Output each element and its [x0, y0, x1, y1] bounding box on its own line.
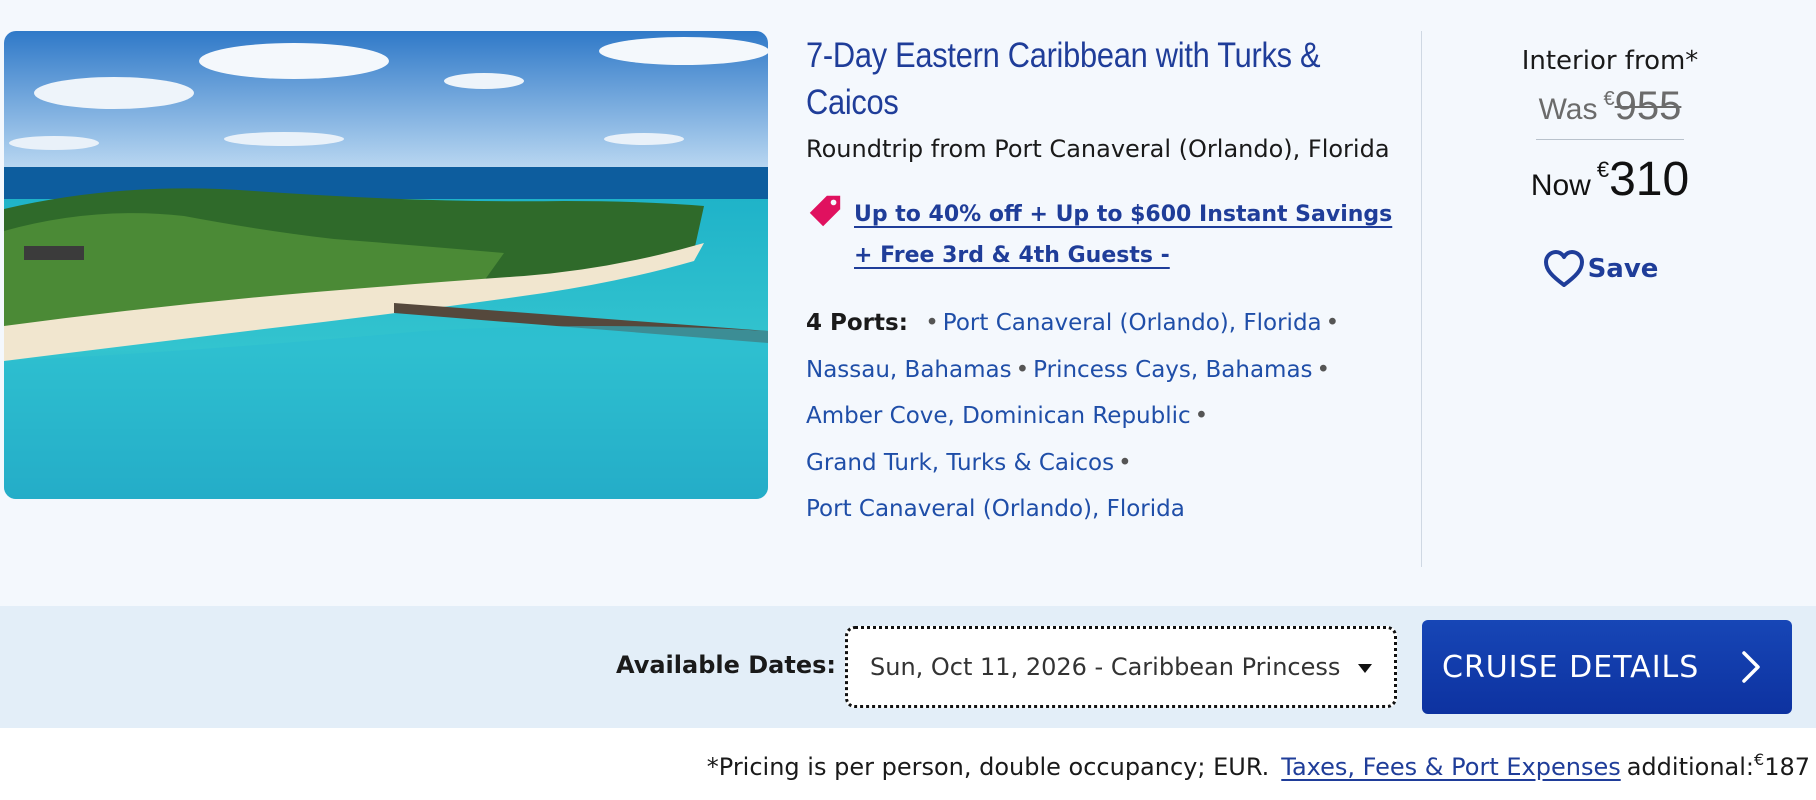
column-divider [1421, 31, 1422, 567]
cruise-details-button[interactable]: CRUISE DETAILS [1422, 620, 1792, 714]
itinerary-summary: Roundtrip from Port Canaveral (Orlando),… [806, 135, 1390, 163]
pricing-footnote: *Pricing is per person, double occupancy… [707, 750, 1810, 781]
pricing-panel: Interior from* Was €955 Now €310 Save [1440, 40, 1780, 293]
port-separator: • [925, 310, 939, 336]
was-currency: € [1603, 88, 1615, 110]
was-label: Was [1538, 93, 1598, 126]
cruise-title[interactable]: 7-Day Eastern Caribbean with Turks & Cai… [806, 32, 1369, 126]
promo-link[interactable]: Up to 40% off + Up to $600 Instant Savin… [854, 194, 1394, 276]
price-label: Interior from* [1521, 46, 1699, 76]
heart-outline-icon [1543, 250, 1584, 287]
ports-list: 4 Ports: • Port Canaveral (Orlando), Flor… [806, 300, 1386, 533]
price-tag-icon [809, 195, 841, 227]
port-separator: • [1325, 310, 1340, 336]
footnote-text: *Pricing is per person, double occupancy… [706, 753, 1270, 781]
was-amount: 955 [1614, 84, 1682, 128]
beach-island-image [4, 31, 768, 499]
port-separator: • [1118, 449, 1132, 476]
port-link[interactable]: Grand Turk, Turks & Caicos [806, 450, 1114, 476]
save-button[interactable]: Save [1542, 249, 1659, 289]
cruise-info: 7-Day Eastern Caribbean with Turks & Cai… [806, 32, 1406, 533]
cruise-image[interactable] [4, 31, 768, 499]
now-amount: 310 [1609, 153, 1690, 206]
port-separator: • [1194, 403, 1209, 429]
port-link[interactable]: Princess Cays, Bahamas [1033, 357, 1312, 383]
was-price: Was €955 [1440, 84, 1780, 129]
port-link[interactable]: Port Canaveral (Orlando), Florida [943, 310, 1322, 336]
now-price: Now €310 [1440, 152, 1780, 207]
date-select[interactable]: Sun, Oct 11, 2026 - Caribbean Princess [845, 626, 1397, 708]
dates-bar: Available Dates: Sun, Oct 11, 2026 - Car… [0, 606, 1816, 728]
caret-down-icon [1358, 664, 1372, 673]
taxes-fees-link[interactable]: Taxes, Fees & Port Expenses [1281, 753, 1620, 781]
date-select-value: Sun, Oct 11, 2026 - Caribbean Princess [870, 653, 1341, 681]
port-separator: • [1015, 356, 1030, 383]
promo-offer: Up to 40% off + Up to $600 Instant Savin… [806, 194, 1406, 276]
now-label: Now [1530, 169, 1591, 202]
footnote-currency: € [1754, 750, 1765, 769]
port-link[interactable]: Amber Cove, Dominican Republic [806, 403, 1191, 429]
save-label: Save [1587, 254, 1659, 284]
cruise-details-label: CRUISE DETAILS [1442, 649, 1700, 685]
available-dates-label: Available Dates: [616, 651, 836, 679]
footnote-amount: 187 [1764, 753, 1810, 781]
port-link[interactable]: Port Canaveral (Orlando), Florida [806, 496, 1185, 522]
chevron-right-icon [1742, 651, 1760, 683]
port-link[interactable]: Nassau, Bahamas [806, 357, 1012, 383]
price-divider [1536, 139, 1684, 140]
footnote-suffix: additional: [1626, 753, 1754, 781]
now-currency: € [1596, 157, 1610, 182]
ports-label: 4 Ports: [806, 310, 908, 336]
port-separator: • [1316, 356, 1331, 383]
